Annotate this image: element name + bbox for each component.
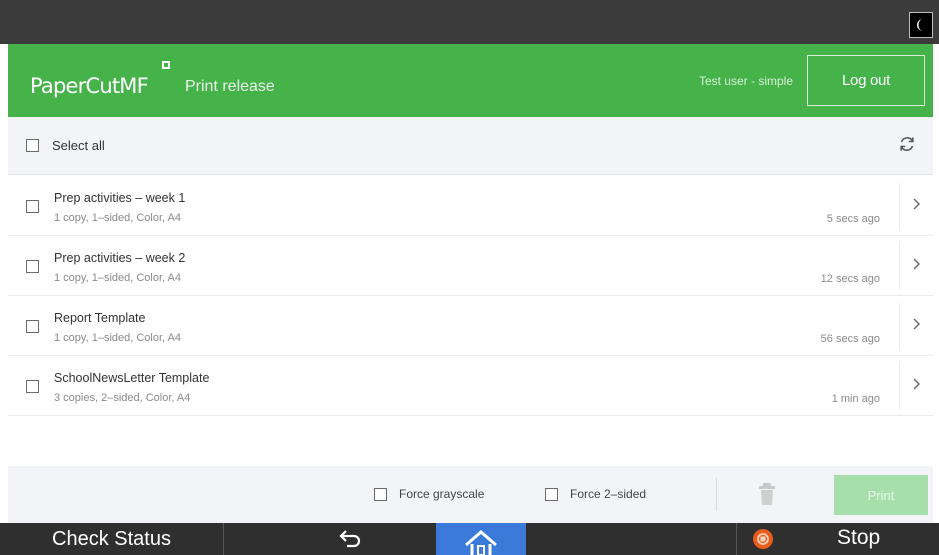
divider bbox=[899, 243, 900, 289]
stop-button[interactable]: Stop bbox=[736, 523, 939, 555]
device-top-bar bbox=[0, 0, 939, 44]
job-details: 3 copies, 2–sided, Color, A4 bbox=[54, 392, 191, 404]
check-status-button[interactable]: Check Status bbox=[0, 523, 224, 555]
night-mode-icon bbox=[917, 19, 923, 31]
job-row[interactable]: Prep activities – week 2 1 copy, 1–sided… bbox=[8, 236, 933, 296]
job-checkbox[interactable] bbox=[26, 320, 39, 333]
home-icon bbox=[465, 530, 497, 555]
home-button[interactable] bbox=[436, 523, 526, 555]
force-2sided-label[interactable]: Force 2–sided bbox=[570, 487, 646, 501]
user-name: Test user - simple bbox=[698, 74, 793, 88]
stop-icon bbox=[753, 529, 773, 549]
system-bar: Check Status Stop bbox=[0, 523, 939, 555]
job-details: 1 copy, 1–sided, Color, A4 bbox=[54, 272, 181, 284]
job-time: 5 secs ago bbox=[826, 213, 880, 225]
job-time: 12 secs ago bbox=[820, 273, 880, 285]
divider bbox=[899, 363, 900, 409]
job-row[interactable]: Report Template 1 copy, 1–sided, Color, … bbox=[8, 296, 933, 356]
force-grayscale-checkbox[interactable] bbox=[374, 488, 387, 501]
select-all-checkbox[interactable] bbox=[26, 139, 39, 152]
night-mode-button[interactable] bbox=[909, 12, 933, 38]
job-row[interactable]: Prep activities – week 1 1 copy, 1–sided… bbox=[8, 176, 933, 236]
logo-text: PaperCut bbox=[30, 74, 120, 98]
logo-mark-icon bbox=[162, 61, 170, 69]
job-name: Prep activities – week 1 bbox=[54, 191, 186, 205]
chevron-right-icon[interactable] bbox=[910, 312, 924, 336]
action-bar: Force grayscale Force 2–sided Print bbox=[8, 466, 933, 523]
back-arrow-icon[interactable] bbox=[337, 527, 363, 549]
job-checkbox[interactable] bbox=[26, 200, 39, 213]
job-name: SchoolNewsLetter Template bbox=[54, 371, 210, 385]
job-checkbox[interactable] bbox=[26, 380, 39, 393]
job-time: 56 secs ago bbox=[820, 333, 880, 345]
job-row[interactable]: SchoolNewsLetter Template 3 copies, 2–si… bbox=[8, 356, 933, 416]
job-details: 1 copy, 1–sided, Color, A4 bbox=[54, 332, 181, 344]
chevron-right-icon[interactable] bbox=[910, 372, 924, 396]
divider bbox=[716, 478, 717, 511]
job-details: 1 copy, 1–sided, Color, A4 bbox=[54, 212, 181, 224]
page-title: Print release bbox=[185, 78, 275, 95]
refresh-icon[interactable] bbox=[897, 134, 917, 154]
logo-suffix: MF bbox=[119, 74, 148, 98]
print-button[interactable]: Print bbox=[834, 475, 928, 515]
logout-button[interactable]: Log out bbox=[807, 55, 925, 106]
force-grayscale-label[interactable]: Force grayscale bbox=[399, 487, 484, 501]
select-all-label[interactable]: Select all bbox=[52, 138, 105, 153]
chevron-right-icon[interactable] bbox=[910, 192, 924, 216]
job-name: Report Template bbox=[54, 311, 146, 325]
select-all-bar: Select all bbox=[8, 117, 933, 175]
job-checkbox[interactable] bbox=[26, 260, 39, 273]
stop-label: Stop bbox=[837, 526, 881, 549]
job-time: 1 min ago bbox=[831, 393, 880, 405]
job-name: Prep activities – week 2 bbox=[54, 251, 186, 265]
job-list: Prep activities – week 1 1 copy, 1–sided… bbox=[8, 176, 933, 416]
papercut-logo: PaperCutMF bbox=[30, 74, 149, 98]
force-2sided-checkbox[interactable] bbox=[545, 488, 558, 501]
chevron-right-icon[interactable] bbox=[910, 252, 924, 276]
app-header: PaperCutMF Print release Test user - sim… bbox=[8, 44, 933, 117]
divider bbox=[899, 183, 900, 229]
trash-icon[interactable] bbox=[758, 482, 776, 506]
divider bbox=[899, 303, 900, 349]
